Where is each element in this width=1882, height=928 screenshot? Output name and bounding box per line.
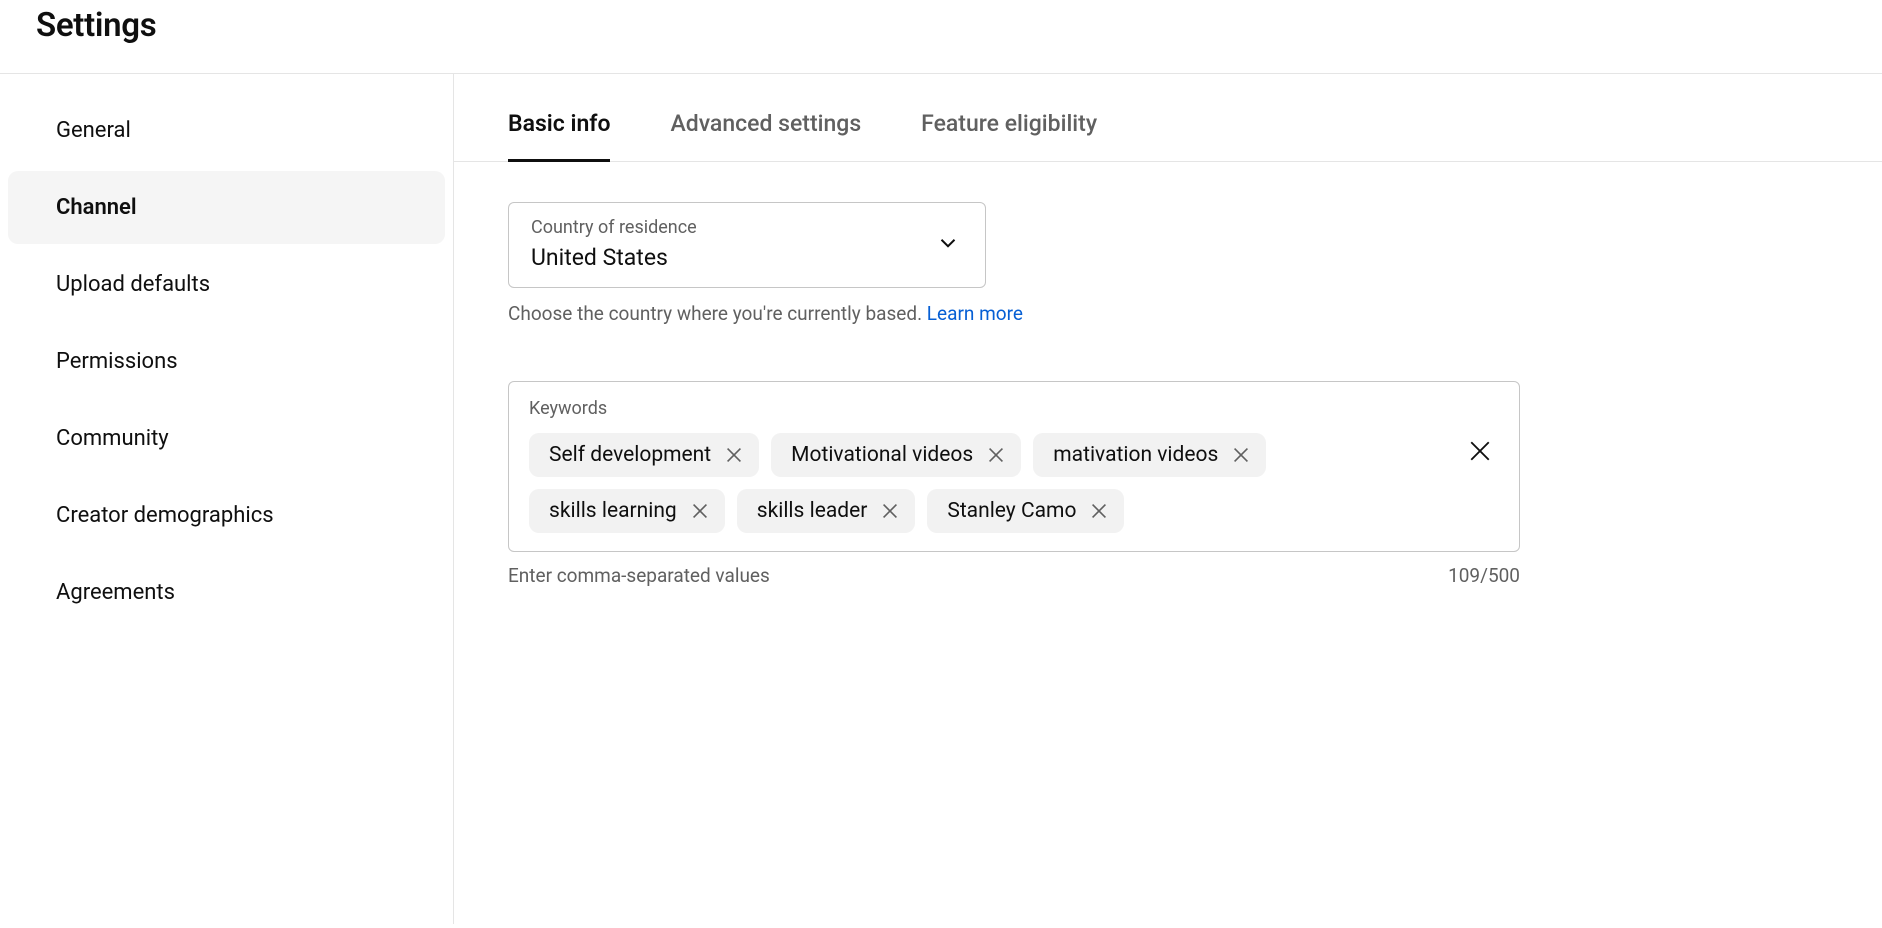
keyword-chip: skills leader xyxy=(737,489,916,533)
keyword-chip-label: Stanley Camo xyxy=(947,499,1076,523)
keyword-chip-label: mativation videos xyxy=(1053,443,1218,467)
chevron-down-icon xyxy=(935,230,961,260)
sidebar-item-upload-defaults[interactable]: Upload defaults xyxy=(8,248,445,321)
learn-more-link[interactable]: Learn more xyxy=(927,302,1023,325)
keyword-chip-label: skills learning xyxy=(549,499,677,523)
remove-keyword-icon[interactable] xyxy=(689,500,711,522)
keyword-chip-label: Motivational videos xyxy=(791,443,973,467)
keyword-chip: Motivational videos xyxy=(771,433,1021,477)
channel-tabs: Basic info Advanced settings Feature eligi… xyxy=(454,74,1882,162)
keyword-chip-label: skills leader xyxy=(757,499,868,523)
sidebar-item-creator-demographics[interactable]: Creator demographics xyxy=(8,479,445,552)
remove-keyword-icon[interactable] xyxy=(985,444,1007,466)
remove-keyword-icon[interactable] xyxy=(1088,500,1110,522)
keyword-chip: Stanley Camo xyxy=(927,489,1124,533)
sidebar-item-community[interactable]: Community xyxy=(8,402,445,475)
tab-advanced-settings[interactable]: Advanced settings xyxy=(670,110,861,161)
sidebar-item-permissions[interactable]: Permissions xyxy=(8,325,445,398)
sidebar-item-channel[interactable]: Channel xyxy=(8,171,445,244)
country-value: United States xyxy=(531,244,963,271)
country-helper: Choose the country where you're currentl… xyxy=(508,302,1828,325)
remove-keyword-icon[interactable] xyxy=(723,444,745,466)
tab-feature-eligibility[interactable]: Feature eligibility xyxy=(921,110,1097,161)
page-title: Settings xyxy=(36,6,1846,45)
country-helper-text: Choose the country where you're currentl… xyxy=(508,302,927,325)
sidebar-item-agreements[interactable]: Agreements xyxy=(8,556,445,629)
clear-all-keywords-button[interactable] xyxy=(1465,436,1495,470)
keyword-chip-label: Self development xyxy=(549,443,711,467)
keyword-chip: Self development xyxy=(529,433,759,477)
country-label: Country of residence xyxy=(531,217,963,238)
keywords-helper-text: Enter comma-separated values xyxy=(508,564,770,587)
keyword-chip: skills learning xyxy=(529,489,725,533)
keywords-input-box[interactable]: Keywords Self development Motivational vi… xyxy=(508,381,1520,552)
sidebar-item-general[interactable]: General xyxy=(8,94,445,167)
settings-sidebar: GeneralChannelUpload defaultsPermissions… xyxy=(0,74,454,924)
keyword-chip: mativation videos xyxy=(1033,433,1266,477)
tab-basic-info[interactable]: Basic info xyxy=(508,110,610,161)
remove-keyword-icon[interactable] xyxy=(879,500,901,522)
country-dropdown[interactable]: Country of residence United States xyxy=(508,202,986,288)
keywords-counter: 109/500 xyxy=(1448,564,1520,587)
keywords-label: Keywords xyxy=(529,398,1499,419)
remove-keyword-icon[interactable] xyxy=(1230,444,1252,466)
